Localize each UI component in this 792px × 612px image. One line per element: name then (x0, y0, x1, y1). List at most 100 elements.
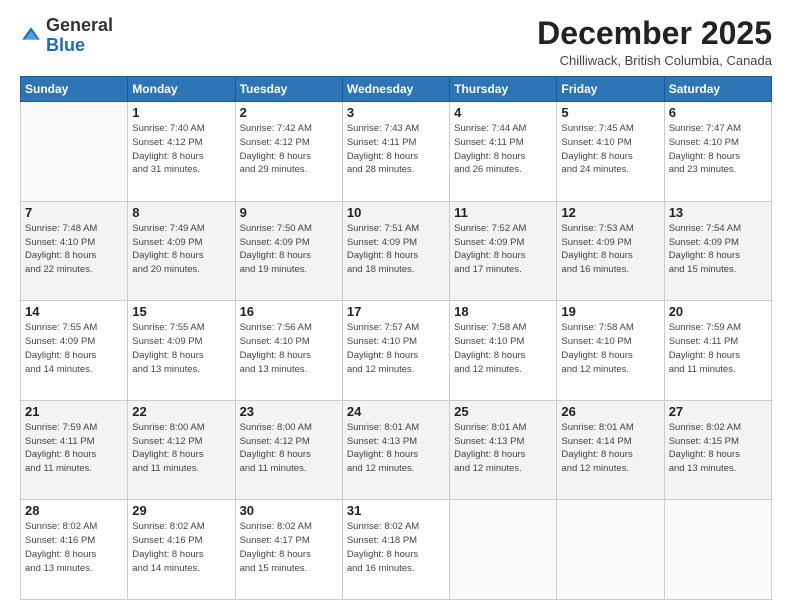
day-info: Sunrise: 7:57 AMSunset: 4:10 PMDaylight:… (347, 321, 445, 376)
location: Chilliwack, British Columbia, Canada (537, 53, 772, 68)
day-number: 24 (347, 404, 445, 419)
calendar-cell: 5 Sunrise: 7:45 AMSunset: 4:10 PMDaylight… (557, 102, 664, 202)
calendar-week-row: 1Sunrise: 7:40 AMSunset: 4:12 PMDaylight… (21, 102, 772, 202)
calendar-cell: 31Sunrise: 8:02 AMSunset: 4:18 PMDayligh… (342, 500, 449, 600)
calendar-cell: 25 Sunrise: 8:01 AMSunset: 4:13 PMDayligh… (450, 400, 557, 500)
day-number: 25 (454, 404, 552, 419)
day-info: Sunrise: 7:52 AMSunset: 4:09 PMDaylight:… (454, 222, 552, 277)
day-number: 23 (240, 404, 338, 419)
day-number: 17 (347, 304, 445, 319)
calendar-cell (557, 500, 664, 600)
calendar-cell (21, 102, 128, 202)
calendar-cell: 12 Sunrise: 7:53 AMSunset: 4:09 PMDayligh… (557, 201, 664, 301)
calendar-header-sunday: Sunday (21, 77, 128, 102)
calendar-cell: 9 Sunrise: 7:50 AMSunset: 4:09 PMDaylight… (235, 201, 342, 301)
day-number: 4 (454, 105, 552, 120)
day-info: Sunrise: 7:48 AMSunset: 4:10 PMDaylight:… (25, 222, 123, 277)
day-number: 3 (347, 105, 445, 120)
day-number: 8 (132, 205, 230, 220)
day-info: Sunrise: 7:47 AMSunset: 4:10 PMDaylight:… (669, 122, 767, 177)
day-number: 11 (454, 205, 552, 220)
calendar-table: SundayMondayTuesdayWednesdayThursdayFrid… (20, 76, 772, 600)
calendar-header-wednesday: Wednesday (342, 77, 449, 102)
day-info: Sunrise: 8:01 AMSunset: 4:13 PMDaylight:… (454, 421, 552, 476)
day-info: Sunrise: 8:02 AMSunset: 4:15 PMDaylight:… (669, 421, 767, 476)
day-info: Sunrise: 7:44 AMSunset: 4:11 PMDaylight:… (454, 122, 552, 177)
calendar-cell: 17 Sunrise: 7:57 AMSunset: 4:10 PMDayligh… (342, 301, 449, 401)
day-info: Sunrise: 7:53 AMSunset: 4:09 PMDaylight:… (561, 222, 659, 277)
day-info: Sunrise: 7:42 AMSunset: 4:12 PMDaylight:… (240, 122, 338, 177)
day-info: Sunrise: 7:55 AMSunset: 4:09 PMDaylight:… (132, 321, 230, 376)
day-info: Sunrise: 7:55 AMSunset: 4:09 PMDaylight:… (25, 321, 123, 376)
day-number: 9 (240, 205, 338, 220)
calendar-cell: 7 Sunrise: 7:48 AMSunset: 4:10 PMDaylight… (21, 201, 128, 301)
day-number: 12 (561, 205, 659, 220)
day-info: Sunrise: 7:58 AMSunset: 4:10 PMDaylight:… (454, 321, 552, 376)
calendar-week-row: 21 Sunrise: 7:59 AMSunset: 4:11 PMDayligh… (21, 400, 772, 500)
day-info: Sunrise: 8:02 AMSunset: 4:16 PMDaylight:… (25, 520, 123, 575)
day-info: Sunrise: 7:50 AMSunset: 4:09 PMDaylight:… (240, 222, 338, 277)
calendar-cell: 19Sunrise: 7:58 AMSunset: 4:10 PMDayligh… (557, 301, 664, 401)
day-number: 10 (347, 205, 445, 220)
day-info: Sunrise: 7:45 AMSunset: 4:10 PMDaylight:… (561, 122, 659, 177)
day-info: Sunrise: 7:54 AMSunset: 4:09 PMDaylight:… (669, 222, 767, 277)
day-number: 27 (669, 404, 767, 419)
day-number: 29 (132, 503, 230, 518)
calendar-cell: 8 Sunrise: 7:49 AMSunset: 4:09 PMDaylight… (128, 201, 235, 301)
day-number: 21 (25, 404, 123, 419)
day-number: 30 (240, 503, 338, 518)
calendar-cell: 22 Sunrise: 8:00 AMSunset: 4:12 PMDayligh… (128, 400, 235, 500)
calendar-cell: 24Sunrise: 8:01 AMSunset: 4:13 PMDayligh… (342, 400, 449, 500)
calendar-cell: 1Sunrise: 7:40 AMSunset: 4:12 PMDaylight… (128, 102, 235, 202)
day-info: Sunrise: 7:59 AMSunset: 4:11 PMDaylight:… (25, 421, 123, 476)
calendar-cell: 3Sunrise: 7:43 AMSunset: 4:11 PMDaylight… (342, 102, 449, 202)
calendar-header-tuesday: Tuesday (235, 77, 342, 102)
day-number: 15 (132, 304, 230, 319)
day-number: 28 (25, 503, 123, 518)
calendar-cell: 14 Sunrise: 7:55 AMSunset: 4:09 PMDayligh… (21, 301, 128, 401)
calendar-cell: 10 Sunrise: 7:51 AMSunset: 4:09 PMDayligh… (342, 201, 449, 301)
day-info: Sunrise: 8:00 AMSunset: 4:12 PMDaylight:… (240, 421, 338, 476)
title-block: December 2025 Chilliwack, British Columb… (537, 16, 772, 68)
calendar-cell: 4 Sunrise: 7:44 AMSunset: 4:11 PMDaylight… (450, 102, 557, 202)
day-number: 14 (25, 304, 123, 319)
logo: General Blue (20, 16, 113, 56)
day-info: Sunrise: 7:49 AMSunset: 4:09 PMDaylight:… (132, 222, 230, 277)
day-number: 2 (240, 105, 338, 120)
day-number: 20 (669, 304, 767, 319)
calendar-cell: 20 Sunrise: 7:59 AMSunset: 4:11 PMDayligh… (664, 301, 771, 401)
calendar-header-friday: Friday (557, 77, 664, 102)
day-number: 7 (25, 205, 123, 220)
calendar-header-thursday: Thursday (450, 77, 557, 102)
calendar-cell: 30Sunrise: 8:02 AMSunset: 4:17 PMDayligh… (235, 500, 342, 600)
calendar-cell (450, 500, 557, 600)
day-number: 1 (132, 105, 230, 120)
calendar-week-row: 14 Sunrise: 7:55 AMSunset: 4:09 PMDayligh… (21, 301, 772, 401)
day-info: Sunrise: 7:58 AMSunset: 4:10 PMDaylight:… (561, 321, 659, 376)
calendar-header-monday: Monday (128, 77, 235, 102)
day-number: 22 (132, 404, 230, 419)
logo-general: General (46, 15, 113, 35)
day-number: 5 (561, 105, 659, 120)
calendar-cell: 6 Sunrise: 7:47 AMSunset: 4:10 PMDaylight… (664, 102, 771, 202)
calendar-week-row: 28 Sunrise: 8:02 AMSunset: 4:16 PMDayligh… (21, 500, 772, 600)
calendar-header-saturday: Saturday (664, 77, 771, 102)
day-info: Sunrise: 7:51 AMSunset: 4:09 PMDaylight:… (347, 222, 445, 277)
day-number: 13 (669, 205, 767, 220)
calendar-cell: 15 Sunrise: 7:55 AMSunset: 4:09 PMDayligh… (128, 301, 235, 401)
calendar-cell: 21 Sunrise: 7:59 AMSunset: 4:11 PMDayligh… (21, 400, 128, 500)
calendar-cell: 13 Sunrise: 7:54 AMSunset: 4:09 PMDayligh… (664, 201, 771, 301)
day-info: Sunrise: 8:00 AMSunset: 4:12 PMDaylight:… (132, 421, 230, 476)
header: General Blue December 2025 Chilliwack, B… (20, 16, 772, 68)
calendar-cell: 18Sunrise: 7:58 AMSunset: 4:10 PMDayligh… (450, 301, 557, 401)
calendar-cell: 26Sunrise: 8:01 AMSunset: 4:14 PMDayligh… (557, 400, 664, 500)
day-number: 6 (669, 105, 767, 120)
calendar-header-row: SundayMondayTuesdayWednesdayThursdayFrid… (21, 77, 772, 102)
calendar-cell: 11 Sunrise: 7:52 AMSunset: 4:09 PMDayligh… (450, 201, 557, 301)
calendar-cell (664, 500, 771, 600)
calendar-cell: 29Sunrise: 8:02 AMSunset: 4:16 PMDayligh… (128, 500, 235, 600)
day-number: 16 (240, 304, 338, 319)
logo-icon (20, 25, 42, 47)
calendar-cell: 23 Sunrise: 8:00 AMSunset: 4:12 PMDayligh… (235, 400, 342, 500)
day-info: Sunrise: 7:59 AMSunset: 4:11 PMDaylight:… (669, 321, 767, 376)
